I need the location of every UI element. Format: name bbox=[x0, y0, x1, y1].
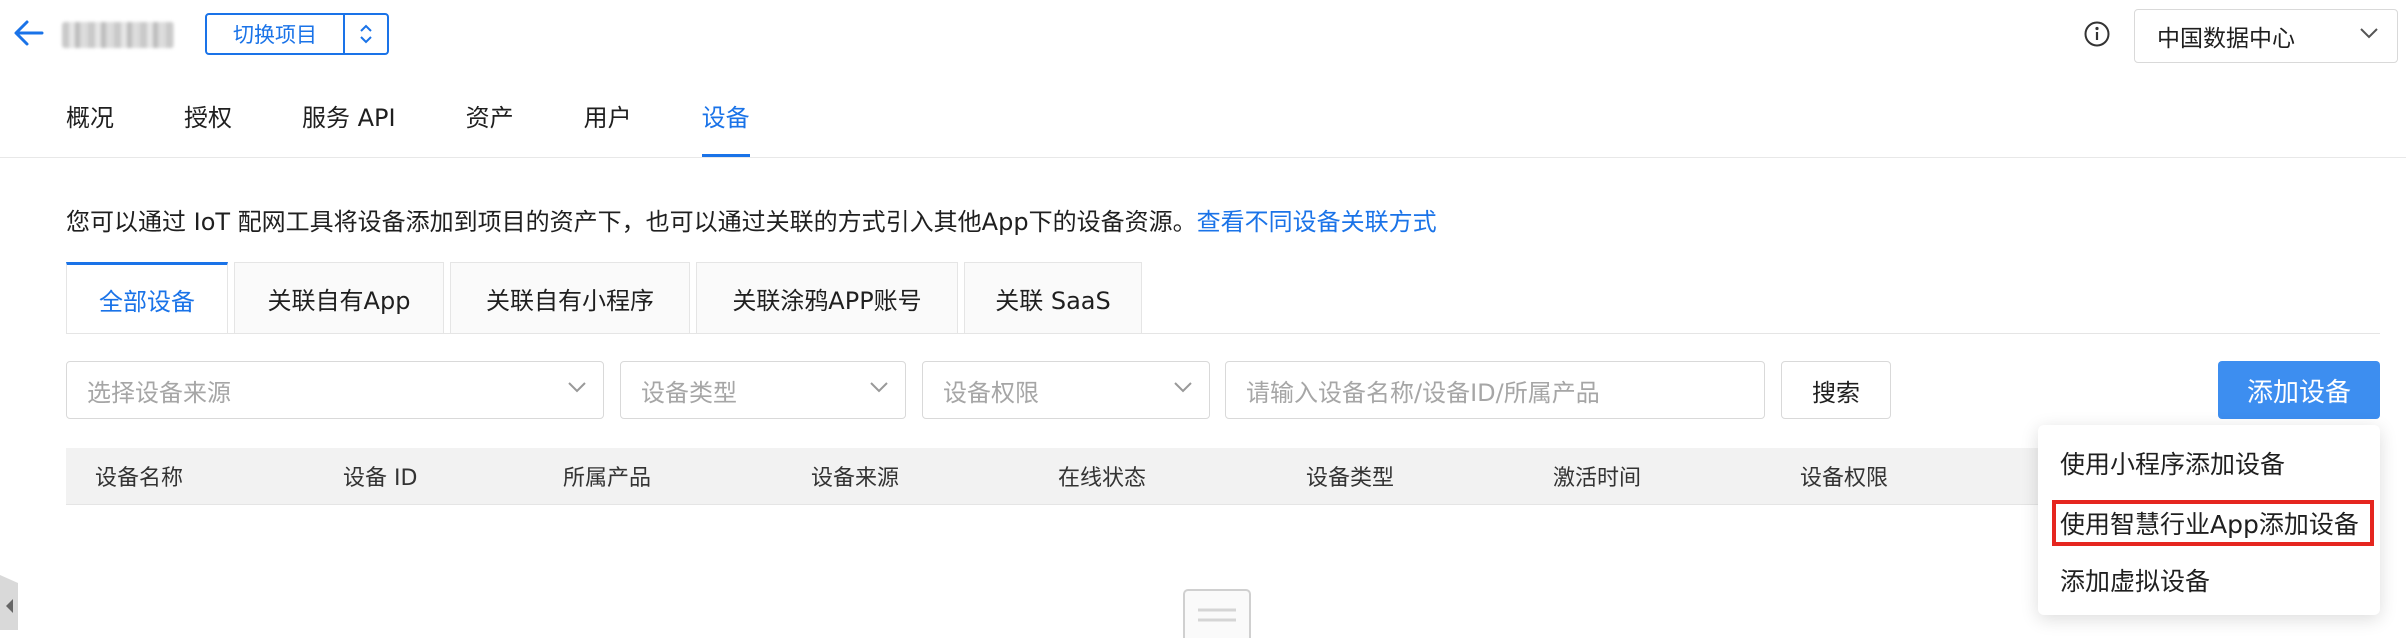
column-device-name: 设备名称 bbox=[95, 466, 184, 491]
column-activation-time: 激活时间 bbox=[1553, 466, 1642, 491]
chevron-down-icon bbox=[870, 382, 888, 393]
tab-authorization[interactable]: 授权 bbox=[184, 98, 232, 158]
main-nav: 概况 授权 服务 API 资产 用户 设备 bbox=[66, 98, 820, 158]
device-permission-placeholder: 设备权限 bbox=[943, 378, 1039, 407]
description-text: 您可以通过 IoT 配网工具将设备添加到项目的资产下，也可以通过关联的方式引入其… bbox=[66, 208, 1197, 236]
device-tab-all[interactable]: 全部设备 bbox=[66, 262, 228, 334]
device-source-select[interactable]: 选择设备来源 bbox=[66, 361, 604, 419]
nav-divider bbox=[0, 157, 2406, 158]
column-device-type: 设备类型 bbox=[1306, 466, 1395, 491]
device-search-placeholder: 请输入设备名称/设备ID/所属产品 bbox=[1246, 378, 1600, 407]
collapse-toggle-icon[interactable] bbox=[0, 575, 24, 630]
switch-project-button[interactable]: 切换项目 bbox=[207, 15, 343, 53]
search-button[interactable]: 搜索 bbox=[1781, 361, 1891, 419]
tab-users[interactable]: 用户 bbox=[584, 98, 632, 158]
device-tab-tuya-app-account[interactable]: 关联涂鸦APP账号 bbox=[696, 262, 958, 334]
back-arrow-icon[interactable] bbox=[12, 16, 46, 50]
tab-overview[interactable]: 概况 bbox=[66, 98, 114, 158]
column-online-status: 在线状态 bbox=[1058, 466, 1147, 491]
chevron-down-icon bbox=[2360, 28, 2378, 39]
tab-service-api[interactable]: 服务 API bbox=[302, 98, 396, 158]
menu-item-add-virtual-device[interactable]: 添加虚拟设备 bbox=[2060, 562, 2210, 598]
column-device-permission: 设备权限 bbox=[1800, 466, 1889, 491]
column-device-id: 设备 ID bbox=[343, 466, 418, 491]
device-permission-select[interactable]: 设备权限 bbox=[922, 361, 1210, 419]
device-tab-own-app[interactable]: 关联自有App bbox=[234, 262, 444, 334]
sort-toggle-icon[interactable] bbox=[343, 15, 387, 53]
empty-document-icon bbox=[1183, 589, 1251, 638]
tab-assets[interactable]: 资产 bbox=[466, 98, 514, 158]
device-type-select[interactable]: 设备类型 bbox=[620, 361, 906, 419]
region-select-value: 中国数据中心 bbox=[2157, 26, 2295, 52]
device-type-placeholder: 设备类型 bbox=[641, 378, 737, 407]
column-device-source: 设备来源 bbox=[811, 466, 900, 491]
tab-devices[interactable]: 设备 bbox=[701, 98, 750, 158]
menu-item-add-via-miniprogram[interactable]: 使用小程序添加设备 bbox=[2060, 445, 2285, 481]
device-tab-saas[interactable]: 关联 SaaS bbox=[964, 262, 1142, 334]
info-icon[interactable] bbox=[2083, 20, 2111, 48]
switch-project-group: 切换项目 bbox=[205, 13, 389, 55]
device-source-placeholder: 选择设备来源 bbox=[87, 378, 231, 407]
device-search-input[interactable]: 请输入设备名称/设备ID/所属产品 bbox=[1225, 361, 1765, 419]
add-device-button[interactable]: 添加设备 bbox=[2218, 361, 2380, 419]
region-select[interactable]: 中国数据中心 bbox=[2134, 9, 2398, 63]
device-link-methods-link[interactable]: 查看不同设备关联方式 bbox=[1197, 208, 1437, 236]
chevron-down-icon bbox=[1174, 382, 1192, 393]
highlight-box bbox=[2052, 500, 2374, 546]
project-name-blurred bbox=[62, 22, 174, 48]
device-tab-own-miniprogram[interactable]: 关联自有小程序 bbox=[450, 262, 690, 334]
page-description: 您可以通过 IoT 配网工具将设备添加到项目的资产下，也可以通过关联的方式引入其… bbox=[66, 202, 1437, 237]
chevron-down-icon bbox=[568, 382, 586, 393]
column-product: 所属产品 bbox=[563, 466, 652, 491]
device-tabs-divider bbox=[66, 333, 2380, 334]
